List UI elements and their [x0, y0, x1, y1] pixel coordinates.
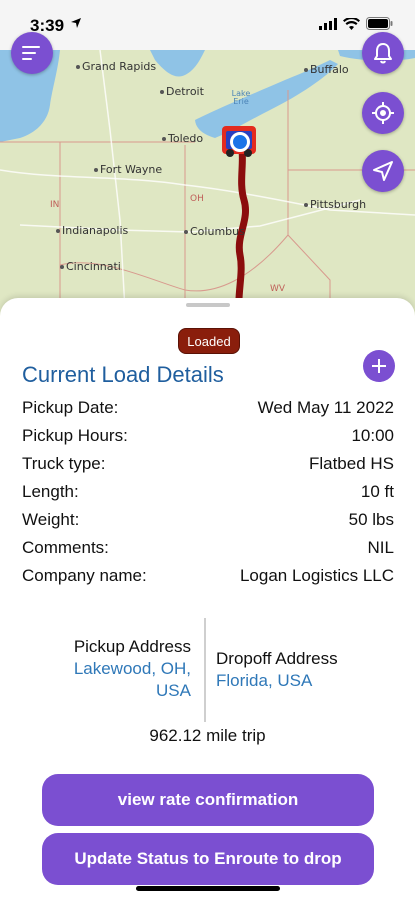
city-cincinnati: Cincinnati — [60, 260, 121, 273]
detail-label: Company name: — [22, 566, 147, 585]
detail-label: Pickup Date: — [22, 398, 119, 417]
city-toledo: Toledo — [161, 132, 204, 145]
view-rate-confirmation-button[interactable]: view rate confirmation — [42, 774, 374, 826]
city-fort-wayne: Fort Wayne — [93, 163, 163, 176]
dropoff-address-heading: Dropoff Address — [216, 649, 338, 668]
detail-label: Comments: — [22, 538, 109, 557]
details-list: Pickup Date: Wed May 11 2022 Pickup Hour… — [22, 394, 394, 590]
current-location-dot — [230, 132, 250, 152]
wifi-icon — [343, 17, 360, 30]
detail-row-comments: Comments: NIL — [22, 534, 394, 562]
detail-value: NIL — [367, 538, 394, 557]
detail-label: Pickup Hours: — [22, 426, 128, 445]
addresses-section: Pickup Address Lakewood, OH, USA Dropoff… — [0, 616, 415, 724]
detail-row-weight: Weight: 50 lbs — [22, 506, 394, 534]
detail-value: 10:00 — [351, 426, 394, 445]
route-map[interactable]: Grand Rapids Detroit Buffalo Toledo Fort… — [0, 50, 415, 320]
status-badge: Loaded — [178, 328, 240, 354]
detail-value: 50 lbs — [348, 510, 394, 529]
load-details-sheet: Loaded Current Load Details Pickup Date:… — [0, 298, 415, 900]
city-indianapolis: Indianapolis — [55, 224, 129, 237]
home-indicator — [136, 886, 280, 891]
add-button[interactable] — [363, 350, 395, 382]
city-detroit: Detroit — [160, 85, 204, 98]
menu-button[interactable] — [11, 32, 53, 74]
detail-row-company-name: Company name: Logan Logistics LLC — [22, 562, 394, 590]
city-buffalo: Buffalo — [304, 63, 349, 76]
state-label-in: IN — [50, 200, 60, 210]
detail-label: Truck type: — [22, 454, 106, 473]
lake-label: Lake Erie — [231, 89, 251, 106]
sheet-grabber[interactable] — [186, 303, 230, 307]
crosshair-icon — [372, 102, 394, 124]
trip-distance: 962.12 mile trip — [149, 726, 266, 745]
city-pittsburgh: Pittsburgh — [303, 198, 367, 211]
page-title: Current Load Details — [22, 362, 224, 387]
map-base — [0, 50, 415, 320]
navigation-arrow-icon — [373, 161, 393, 181]
plus-icon — [372, 359, 386, 373]
status-icons — [319, 17, 393, 30]
signal-icon — [319, 17, 337, 30]
city-grand-rapids: Grand Rapids — [75, 60, 157, 73]
detail-value: Wed May 11 2022 — [257, 398, 394, 417]
detail-row-pickup-hours: Pickup Hours: 10:00 — [22, 422, 394, 450]
pickup-address-heading: Pickup Address — [73, 637, 191, 656]
menu-icon — [22, 46, 40, 60]
address-divider — [204, 618, 206, 722]
bell-icon — [374, 43, 392, 64]
detail-value: Flatbed HS — [308, 454, 394, 473]
detail-row-truck-type: Truck type: Flatbed HS — [22, 450, 394, 478]
dropoff-address: Dropoff Address Florida, USA — [216, 648, 396, 692]
pickup-address: Pickup Address Lakewood, OH, USA — [41, 636, 191, 702]
detail-label: Length: — [22, 482, 79, 501]
recenter-button[interactable] — [362, 92, 404, 134]
state-label-oh: OH — [190, 194, 204, 204]
detail-row-length: Length: 10 ft — [22, 478, 394, 506]
city-columbus: Columbus — [184, 225, 245, 238]
notifications-button[interactable] — [362, 32, 404, 74]
pickup-address-line1[interactable]: Lakewood, OH, — [41, 658, 191, 680]
pickup-address-line2[interactable]: USA — [41, 680, 191, 702]
status-bar: 3:39 — [0, 0, 415, 50]
dropoff-address-line1[interactable]: Florida, USA — [216, 670, 396, 692]
detail-label: Weight: — [22, 510, 80, 529]
state-label-wv: WV — [270, 284, 286, 294]
detail-value: Logan Logistics LLC — [239, 566, 394, 585]
battery-icon — [366, 17, 393, 30]
detail-value: 10 ft — [360, 482, 394, 501]
location-arrow-icon — [71, 18, 81, 28]
update-status-button[interactable]: Update Status to Enroute to drop — [42, 833, 374, 885]
detail-row-pickup-date: Pickup Date: Wed May 11 2022 — [22, 394, 394, 422]
navigate-button[interactable] — [362, 150, 404, 192]
